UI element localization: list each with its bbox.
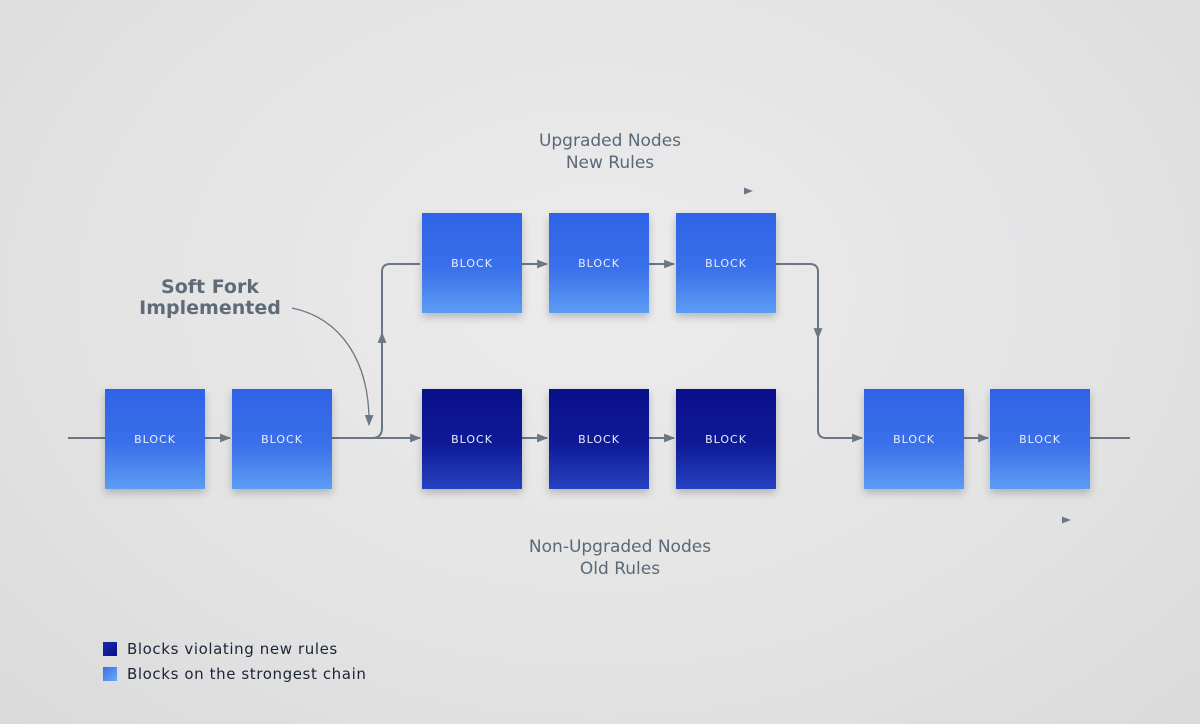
upgraded-nodes-title: Upgraded Nodes	[538, 131, 682, 151]
block-upgraded-1: BLOCK	[422, 213, 522, 313]
upgraded-nodes-label: Upgraded Nodes New Rules	[480, 130, 740, 174]
non-upgraded-nodes-rules: Old Rules	[579, 559, 661, 579]
diagram-canvas	[68, 187, 1130, 524]
legend-item-violating: Blocks violating new rules	[103, 640, 338, 658]
legend-label-violating: Blocks violating new rules	[127, 640, 338, 658]
upgraded-nodes-rules: New Rules	[565, 153, 655, 173]
connector-merge-down	[776, 263, 862, 439]
legend-swatch-strong	[103, 667, 117, 681]
block-merged-1: BLOCK	[864, 389, 964, 489]
connector-fork-up	[371, 263, 420, 439]
block-merged-2: BLOCK	[990, 389, 1090, 489]
legend-label-strong: Blocks on the strongest chain	[127, 665, 367, 683]
block-main-2: BLOCK	[232, 389, 332, 489]
block-violating-2: BLOCK	[549, 389, 649, 489]
block-main-1: BLOCK	[105, 389, 205, 489]
block-violating-3: BLOCK	[676, 389, 776, 489]
non-upgraded-nodes-title: Non-Upgraded Nodes	[528, 537, 712, 557]
soft-fork-annotation: Soft Fork Implemented	[139, 276, 281, 319]
non-upgraded-nodes-label: Non-Upgraded Nodes Old Rules	[470, 536, 770, 580]
legend-swatch-violating	[103, 642, 117, 656]
legend-item-strong: Blocks on the strongest chain	[103, 665, 366, 683]
block-upgraded-2: BLOCK	[549, 213, 649, 313]
block-upgraded-3: BLOCK	[676, 213, 776, 313]
block-violating-1: BLOCK	[422, 389, 522, 489]
